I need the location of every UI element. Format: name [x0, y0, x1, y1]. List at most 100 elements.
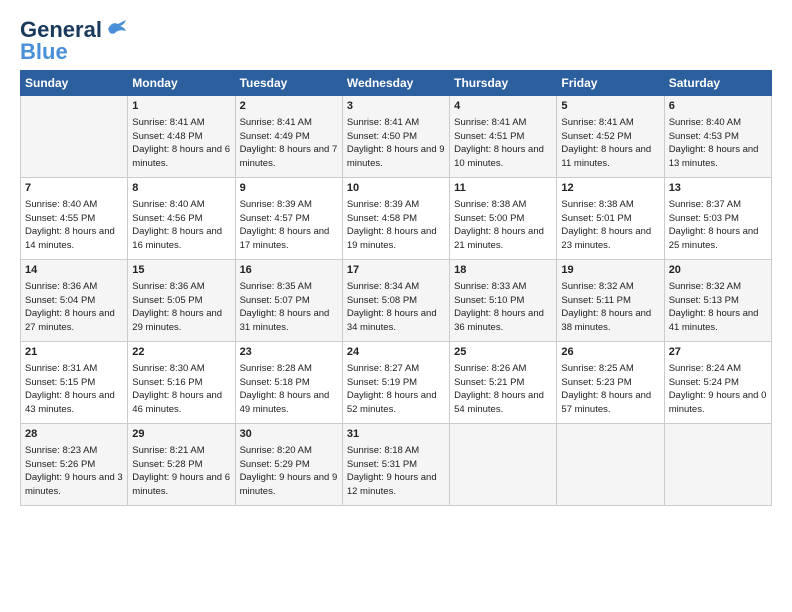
day-number: 21	[25, 345, 123, 361]
cell-content: 19Sunrise: 8:32 AMSunset: 5:11 PMDayligh…	[561, 263, 659, 335]
calendar-cell: 24Sunrise: 8:27 AMSunset: 5:19 PMDayligh…	[342, 341, 449, 423]
sunrise-text: Sunrise: 8:41 AM	[132, 117, 204, 128]
day-number: 22	[132, 345, 230, 361]
header-row: SundayMondayTuesdayWednesdayThursdayFrid…	[21, 70, 772, 95]
logo: General Blue	[20, 18, 128, 62]
cell-content: 4Sunrise: 8:41 AMSunset: 4:51 PMDaylight…	[454, 99, 552, 171]
calendar-table: SundayMondayTuesdayWednesdayThursdayFrid…	[20, 70, 772, 506]
day-number: 30	[240, 427, 338, 443]
daylight-text: Daylight: 8 hours and 7 minutes.	[240, 144, 338, 169]
calendar-cell: 21Sunrise: 8:31 AMSunset: 5:15 PMDayligh…	[21, 341, 128, 423]
calendar-cell: 16Sunrise: 8:35 AMSunset: 5:07 PMDayligh…	[235, 259, 342, 341]
cell-content: 20Sunrise: 8:32 AMSunset: 5:13 PMDayligh…	[669, 263, 767, 335]
weekday-header-thursday: Thursday	[450, 70, 557, 95]
sunset-text: Sunset: 5:07 PM	[240, 295, 310, 306]
cell-content: 14Sunrise: 8:36 AMSunset: 5:04 PMDayligh…	[25, 263, 123, 335]
daylight-text: Daylight: 8 hours and 52 minutes.	[347, 390, 437, 415]
sunrise-text: Sunrise: 8:32 AM	[669, 281, 741, 292]
day-number: 23	[240, 345, 338, 361]
calendar-cell: 26 Sunrise: 8:25 AM Sunset: 5:23 PM Dayligh…	[557, 341, 664, 423]
daylight-text: Daylight: 8 hours and 34 minutes.	[347, 308, 437, 333]
cell-content: 17Sunrise: 8:34 AMSunset: 5:08 PMDayligh…	[347, 263, 445, 335]
sunrise-text: Sunrise: 8:36 AM	[132, 281, 204, 292]
sunrise-text: Sunrise: 8:41 AM	[561, 117, 633, 128]
calendar-cell: 9Sunrise: 8:39 AMSunset: 4:57 PMDaylight…	[235, 177, 342, 259]
sunset-text: Sunset: 4:58 PM	[347, 213, 417, 224]
sunrise-text: Sunrise: 8:41 AM	[240, 117, 312, 128]
calendar-row: 1Sunrise: 8:41 AMSunset: 4:48 PMDaylight…	[21, 95, 772, 177]
cell-content: 3Sunrise: 8:41 AMSunset: 4:50 PMDaylight…	[347, 99, 445, 171]
cell-content: 23Sunrise: 8:28 AMSunset: 5:18 PMDayligh…	[240, 345, 338, 417]
calendar-cell: 7Sunrise: 8:40 AMSunset: 4:55 PMDaylight…	[21, 177, 128, 259]
day-number: 2	[240, 99, 338, 115]
sunset-text: Sunset: 5:23 PM	[561, 377, 631, 388]
day-number: 31	[347, 427, 445, 443]
calendar-cell	[21, 95, 128, 177]
cell-content: 5Sunrise: 8:41 AMSunset: 4:52 PMDaylight…	[561, 99, 659, 171]
sunset-text: Sunset: 5:24 PM	[669, 377, 739, 388]
sunset-text: Sunset: 5:04 PM	[25, 295, 95, 306]
daylight-text: Daylight: 8 hours and 31 minutes.	[240, 308, 330, 333]
sunrise-text: Sunrise: 8:37 AM	[669, 199, 741, 210]
calendar-cell: 28Sunrise: 8:23 AMSunset: 5:26 PMDayligh…	[21, 423, 128, 505]
calendar-cell: 31Sunrise: 8:18 AMSunset: 5:31 PMDayligh…	[342, 423, 449, 505]
calendar-cell: 19Sunrise: 8:32 AMSunset: 5:11 PMDayligh…	[557, 259, 664, 341]
sunrise-text: Sunrise: 8:32 AM	[561, 281, 633, 292]
calendar-cell: 1Sunrise: 8:41 AMSunset: 4:48 PMDaylight…	[128, 95, 235, 177]
daylight-text: Daylight: 9 hours and 6 minutes.	[132, 472, 230, 497]
daylight-text: Daylight: 8 hours and 36 minutes.	[454, 308, 544, 333]
calendar-cell: 11Sunrise: 8:38 AMSunset: 5:00 PMDayligh…	[450, 177, 557, 259]
sunrise-text: Sunrise: 8:35 AM	[240, 281, 312, 292]
day-number: 25	[454, 345, 552, 361]
sunrise-text: Sunrise: 8:26 AM	[454, 363, 526, 374]
sunrise-text: Sunrise: 8:33 AM	[454, 281, 526, 292]
sunrise-text: Sunrise: 8:21 AM	[132, 445, 204, 456]
day-number: 6	[669, 99, 767, 115]
day-number: 12	[561, 181, 659, 197]
cell-content: 25Sunrise: 8:26 AMSunset: 5:21 PMDayligh…	[454, 345, 552, 417]
cell-content: 9Sunrise: 8:39 AMSunset: 4:57 PMDaylight…	[240, 181, 338, 253]
day-number: 19	[561, 263, 659, 279]
daylight-text: Daylight: 8 hours and 10 minutes.	[454, 144, 544, 169]
daylight-text: Daylight: 8 hours and 14 minutes.	[25, 226, 115, 251]
calendar-cell: 14Sunrise: 8:36 AMSunset: 5:04 PMDayligh…	[21, 259, 128, 341]
daylight-text: Daylight: 8 hours and 49 minutes.	[240, 390, 330, 415]
day-number: 8	[132, 181, 230, 197]
day-number: 20	[669, 263, 767, 279]
cell-content: 30Sunrise: 8:20 AMSunset: 5:29 PMDayligh…	[240, 427, 338, 499]
daylight-text: Daylight: 9 hours and 3 minutes.	[25, 472, 123, 497]
calendar-cell: 8Sunrise: 8:40 AMSunset: 4:56 PMDaylight…	[128, 177, 235, 259]
sunrise-text: Sunrise: 8:36 AM	[25, 281, 97, 292]
daylight-text: Daylight: 8 hours and 38 minutes.	[561, 308, 651, 333]
sunrise-text: Sunrise: 8:41 AM	[347, 117, 419, 128]
weekday-header-friday: Friday	[557, 70, 664, 95]
sunset-text: Sunset: 5:01 PM	[561, 213, 631, 224]
sunrise-text: Sunrise: 8:40 AM	[25, 199, 97, 210]
day-number: 9	[240, 181, 338, 197]
day-number: 29	[132, 427, 230, 443]
sunset-text: Sunset: 4:48 PM	[132, 131, 202, 142]
cell-content: 29Sunrise: 8:21 AMSunset: 5:28 PMDayligh…	[132, 427, 230, 499]
day-number: 26	[561, 345, 659, 361]
cell-content: 31Sunrise: 8:18 AMSunset: 5:31 PMDayligh…	[347, 427, 445, 499]
daylight-text: Daylight: 8 hours and 54 minutes.	[454, 390, 544, 415]
calendar-cell: 2Sunrise: 8:41 AMSunset: 4:49 PMDaylight…	[235, 95, 342, 177]
calendar-cell: 18Sunrise: 8:33 AMSunset: 5:10 PMDayligh…	[450, 259, 557, 341]
sunset-text: Sunset: 4:52 PM	[561, 131, 631, 142]
calendar-cell: 20Sunrise: 8:32 AMSunset: 5:13 PMDayligh…	[664, 259, 771, 341]
cell-content: 8Sunrise: 8:40 AMSunset: 4:56 PMDaylight…	[132, 181, 230, 253]
sunrise-text: Sunrise: 8:25 AM	[561, 363, 633, 374]
calendar-cell: 25Sunrise: 8:26 AMSunset: 5:21 PMDayligh…	[450, 341, 557, 423]
header: General Blue	[20, 18, 772, 62]
sunset-text: Sunset: 5:03 PM	[669, 213, 739, 224]
cell-content: 1Sunrise: 8:41 AMSunset: 4:48 PMDaylight…	[132, 99, 230, 171]
page: General Blue SundayMondayTuesdayWednesda…	[0, 0, 792, 612]
sunrise-text: Sunrise: 8:38 AM	[561, 199, 633, 210]
cell-content: 26 Sunrise: 8:25 AM Sunset: 5:23 PM Dayligh…	[561, 345, 659, 417]
daylight-text: Daylight: 8 hours and 16 minutes.	[132, 226, 222, 251]
sunset-text: Sunset: 5:13 PM	[669, 295, 739, 306]
cell-content: 28Sunrise: 8:23 AMSunset: 5:26 PMDayligh…	[25, 427, 123, 499]
daylight-text: Daylight: 8 hours and 19 minutes.	[347, 226, 437, 251]
daylight-text: Daylight: 8 hours and 57 minutes.	[561, 390, 651, 415]
day-number: 17	[347, 263, 445, 279]
